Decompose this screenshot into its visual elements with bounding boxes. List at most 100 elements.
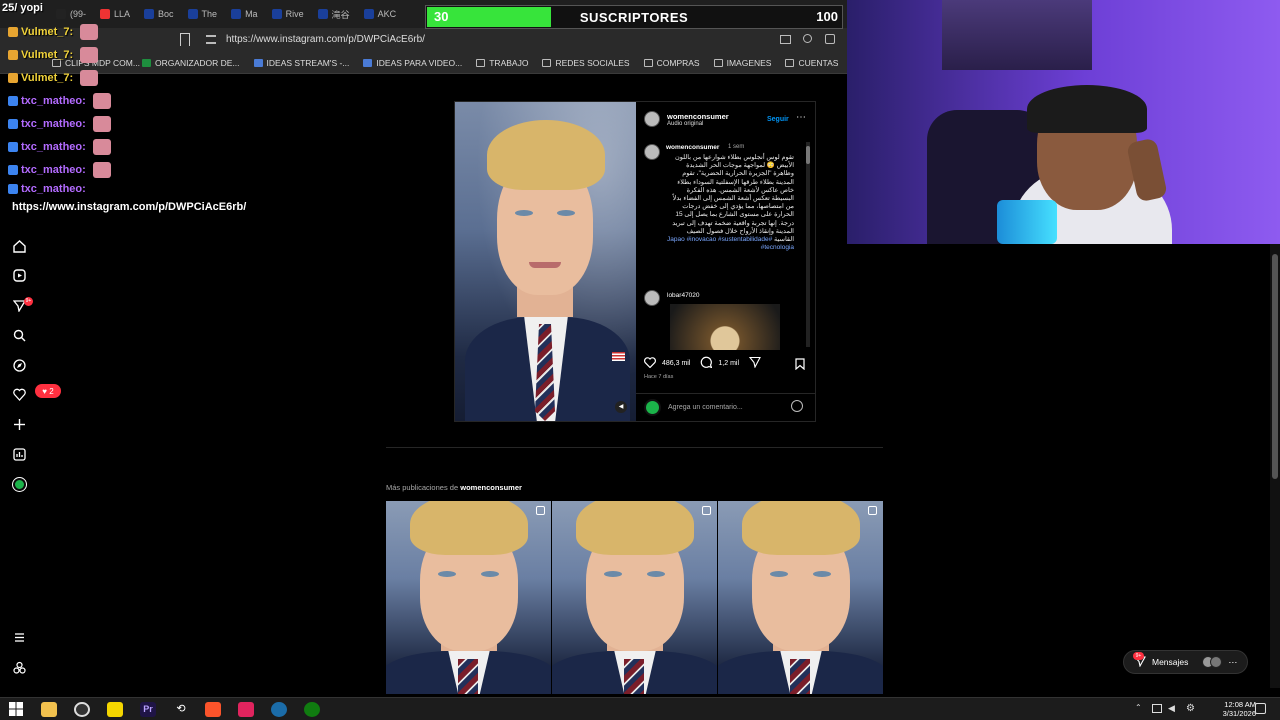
explore-icon[interactable] bbox=[11, 357, 27, 373]
start-icon[interactable] bbox=[9, 702, 25, 717]
page-scrollbar[interactable] bbox=[1270, 244, 1280, 688]
more-posts-user[interactable]: womenconsumer bbox=[460, 483, 522, 492]
screenshot-icon[interactable] bbox=[780, 35, 791, 44]
search-icon[interactable] bbox=[11, 327, 27, 343]
bookmark-label: CUENTAS bbox=[798, 57, 839, 68]
bookmark-item[interactable]: TRABAJO bbox=[476, 58, 528, 68]
chat-message: Vulmet_7: bbox=[8, 70, 99, 86]
bookmark-item[interactable]: COMPRAS bbox=[643, 58, 700, 68]
reel-icon bbox=[868, 506, 877, 515]
messages-badge: 9+ bbox=[1133, 652, 1144, 660]
screen: (99- LLA Boc The Ma Rive 滝谷 AKC https://www.ins… bbox=[0, 0, 1280, 720]
bookmark-item[interactable]: IDEAS PARA VIDEO... bbox=[363, 58, 462, 68]
browser-tab[interactable]: AKC bbox=[358, 3, 403, 25]
post-audio[interactable]: Audio original bbox=[667, 121, 703, 127]
bookmark-label: REDES SOCIALES bbox=[555, 57, 630, 68]
chat-message: txc_matheo: bbox=[8, 116, 111, 132]
post-author-username[interactable]: womenconsumer bbox=[667, 112, 729, 121]
direct-badge: 9+ bbox=[24, 297, 33, 306]
profile-icon[interactable] bbox=[11, 476, 27, 492]
bookmark-label: IMAGENES bbox=[726, 57, 772, 68]
tab-favicon-icon bbox=[317, 9, 328, 19]
chat-badge-icon bbox=[8, 142, 18, 152]
notification-center-icon[interactable] bbox=[1255, 703, 1266, 714]
tiktok-icon[interactable] bbox=[238, 702, 254, 717]
bookmark-item[interactable]: IMAGENES bbox=[713, 57, 772, 68]
sticky-notes-icon[interactable] bbox=[107, 702, 123, 717]
post-image[interactable]: ◀ bbox=[455, 102, 636, 421]
post-actions: 486,3 mil 1,2 mil bbox=[644, 356, 761, 370]
commenter-avatar[interactable] bbox=[644, 290, 660, 306]
xbox-icon[interactable] bbox=[304, 702, 320, 717]
more-options-icon[interactable]: ⋯ bbox=[796, 112, 806, 123]
capcut-icon[interactable]: ⟲ bbox=[173, 702, 189, 717]
stream-chat-overlay: 25/ yopi Vulmet_7: Vulmet_7: Vulmet_7: txc_… bbox=[0, 0, 290, 220]
docs-icon bbox=[363, 58, 373, 67]
subscriber-goal-bar: 30 SUSCRIPTORES 100 bbox=[425, 5, 843, 29]
more-post-tile[interactable] bbox=[552, 501, 717, 694]
share-icon[interactable] bbox=[825, 34, 835, 44]
bookmark-item[interactable]: REDES SOCIALES bbox=[542, 57, 630, 68]
webcam-overlay bbox=[847, 0, 1280, 244]
bookmark-label: IDEAS PARA VIDEO... bbox=[376, 57, 463, 68]
steam-icon[interactable] bbox=[271, 702, 287, 717]
home-icon[interactable] bbox=[11, 238, 27, 254]
chat-header: 25/ yopi bbox=[2, 2, 43, 14]
more-post-tile[interactable] bbox=[386, 501, 551, 694]
more-posts-heading: Más publicaciones de womenconsumer bbox=[386, 483, 522, 492]
comment-media[interactable] bbox=[670, 304, 780, 350]
share-post-icon[interactable] bbox=[748, 356, 761, 370]
menu-icon[interactable] bbox=[11, 659, 27, 675]
comments-scrollbar[interactable] bbox=[806, 142, 810, 347]
chat-badge-icon bbox=[8, 119, 18, 129]
more-post-tile[interactable] bbox=[718, 501, 883, 694]
chat-badge-icon bbox=[8, 50, 18, 60]
chat-emote-icon bbox=[92, 93, 111, 109]
follow-button[interactable]: Seguir bbox=[767, 116, 789, 123]
caption-text: تقوم لوس أنجلوس بطلاء شوارعها من باللون … bbox=[672, 154, 794, 244]
chat-emote-icon bbox=[92, 162, 111, 178]
caption-username[interactable]: womenconsumer bbox=[666, 144, 719, 151]
obs-icon[interactable] bbox=[74, 702, 90, 717]
tray-gear-icon[interactable]: ⚙ bbox=[1186, 703, 1195, 714]
folder-icon bbox=[542, 58, 552, 67]
chat-badge-icon bbox=[8, 165, 18, 175]
chat-emote-icon bbox=[80, 47, 99, 63]
chat-message: txc_matheo: bbox=[8, 183, 86, 195]
comment-input[interactable]: Agrega un comentario... bbox=[668, 404, 743, 411]
tray-network-icon[interactable] bbox=[1152, 704, 1162, 713]
chat-username: Vulmet_7: bbox=[21, 49, 74, 61]
chat-message: Vulmet_7: bbox=[8, 47, 99, 63]
premiere-icon[interactable]: Pr bbox=[140, 702, 156, 717]
tray-volume-icon[interactable]: ◀ bbox=[1168, 703, 1175, 714]
chat-username: Vulmet_7: bbox=[21, 72, 74, 84]
reel-icon bbox=[702, 506, 711, 515]
tray-chevron-icon[interactable]: ⌃ bbox=[1135, 703, 1142, 712]
chat-username: txc_matheo: bbox=[21, 164, 86, 176]
brave-icon[interactable] bbox=[205, 702, 221, 717]
clock[interactable]: 12:08 AM 3/31/2026 bbox=[1223, 700, 1256, 718]
dashboard-icon[interactable] bbox=[11, 446, 27, 462]
commenter-username[interactable]: lobar47020 bbox=[667, 292, 700, 299]
threads-icon[interactable] bbox=[11, 629, 27, 645]
caption-avatar[interactable] bbox=[644, 144, 660, 160]
create-icon[interactable] bbox=[11, 416, 27, 432]
chat-emote-icon bbox=[92, 116, 111, 132]
bookmark-item[interactable]: CUENTAS bbox=[785, 58, 838, 68]
folder-icon bbox=[713, 58, 723, 67]
file-explorer-icon[interactable] bbox=[41, 702, 57, 717]
post-author-avatar[interactable] bbox=[644, 111, 660, 127]
search-page-icon[interactable] bbox=[803, 34, 812, 43]
reel-icon bbox=[536, 506, 545, 515]
browser-tab[interactable]: 滝谷 bbox=[312, 3, 356, 25]
chat-username: txc_matheo: bbox=[21, 95, 86, 107]
comment-icon[interactable] bbox=[700, 356, 713, 370]
emoji-icon[interactable] bbox=[791, 400, 803, 412]
reels-icon[interactable] bbox=[11, 267, 27, 283]
bookmark-label: TRABAJO bbox=[489, 57, 529, 68]
clock-date: 3/31/2026 bbox=[1222, 709, 1256, 718]
save-icon[interactable] bbox=[795, 357, 805, 375]
notifications-icon[interactable] bbox=[11, 386, 27, 402]
mute-icon[interactable]: ◀ bbox=[615, 401, 627, 413]
like-icon[interactable] bbox=[644, 356, 656, 370]
